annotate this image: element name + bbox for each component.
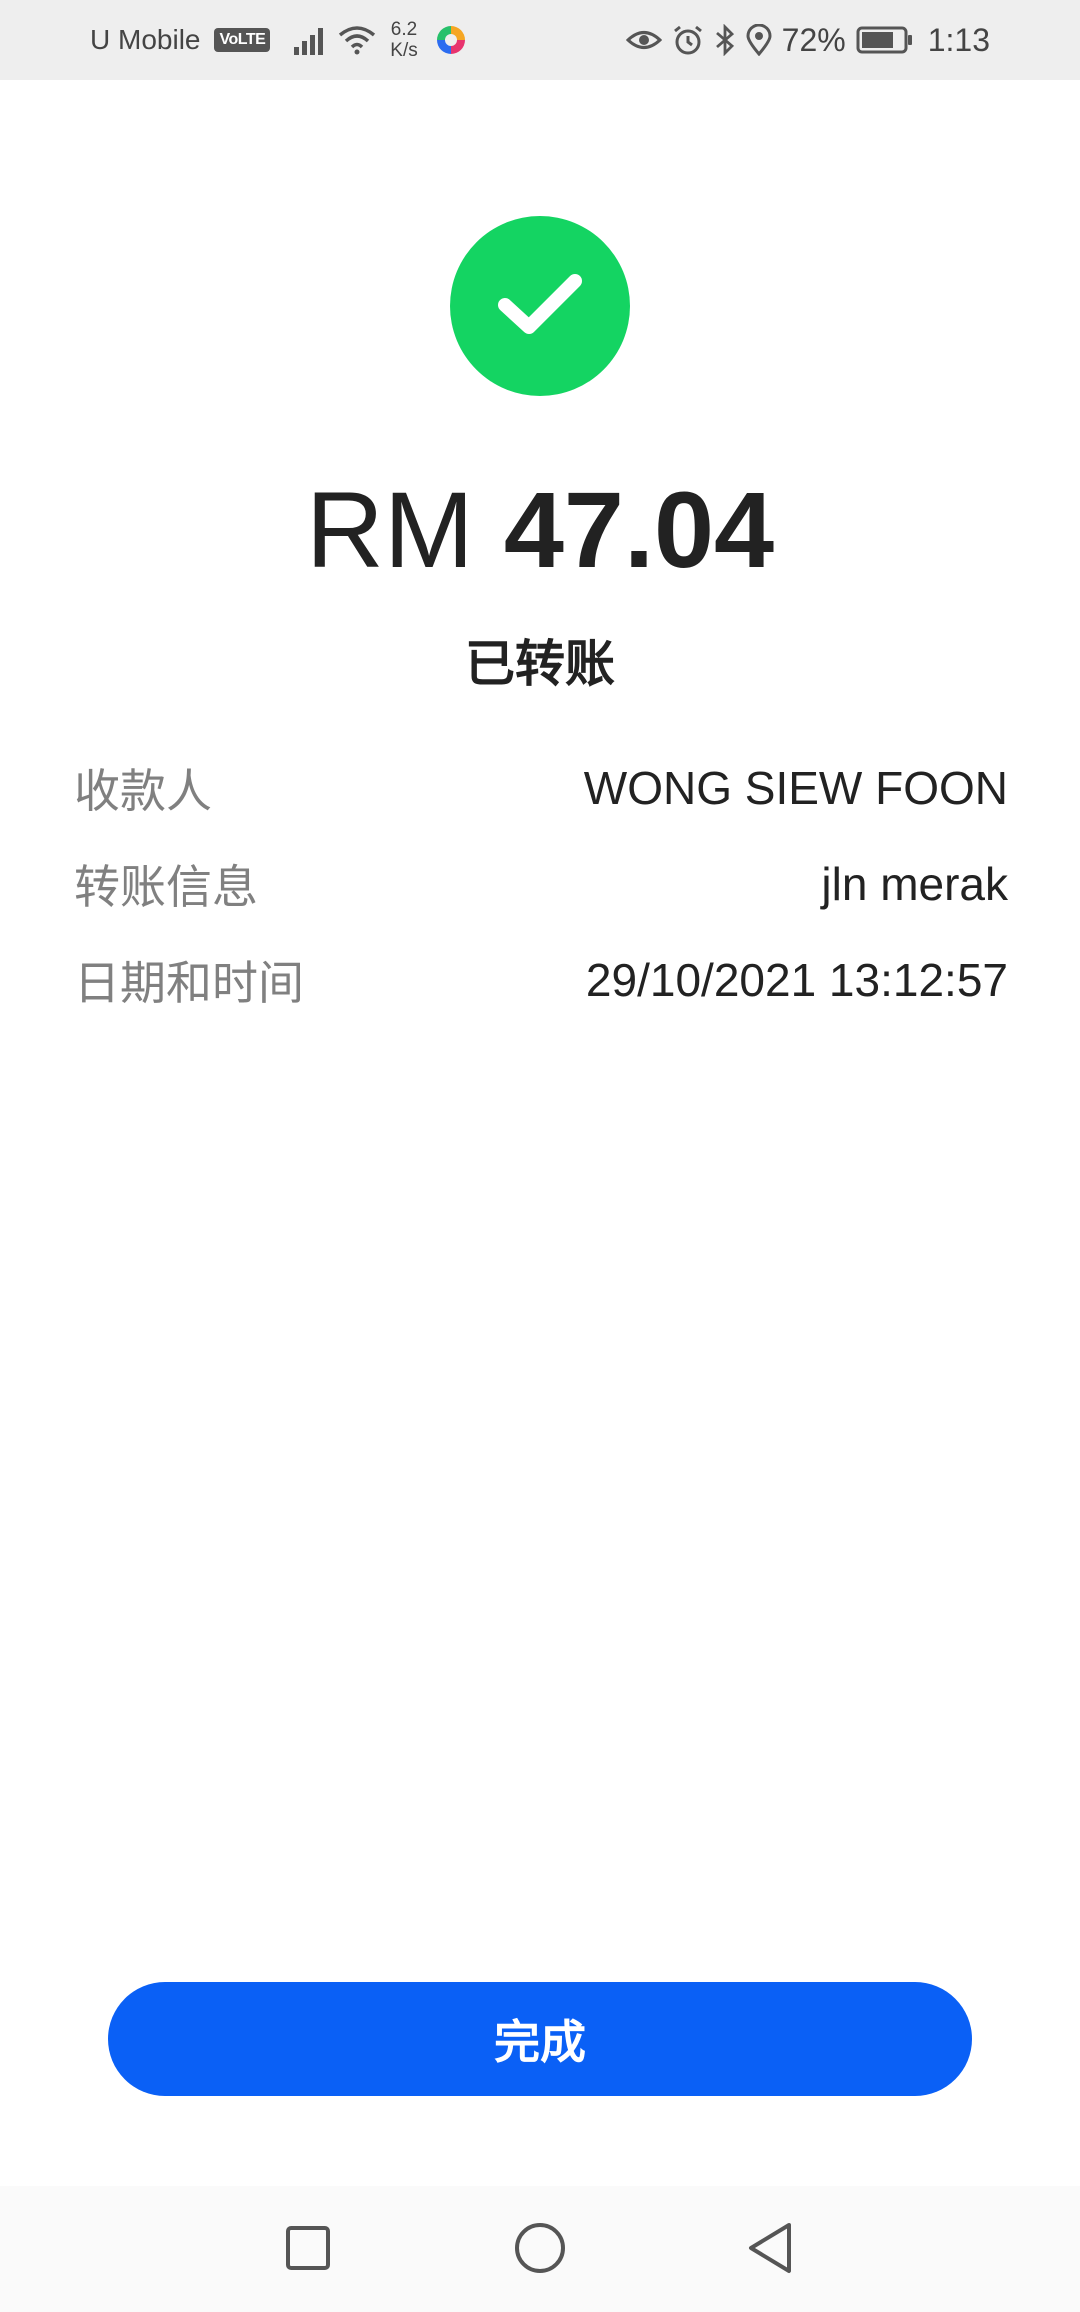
eye-icon — [625, 27, 662, 53]
system-nav-bar — [0, 2186, 1080, 2312]
transfer-details: 收款人 WONG SIEW FOON 转账信息 jln merak 日期和时间 … — [74, 740, 1008, 1028]
back-icon — [745, 2221, 795, 2280]
signal-icon — [294, 25, 328, 55]
recipient-label: 收款人 — [74, 765, 212, 817]
network-speed-value: 6.2 — [390, 19, 418, 40]
transfer-amount: RM 47.04 — [0, 470, 1080, 590]
currency-label: RM — [305, 469, 474, 590]
reference-label: 转账信息 — [74, 861, 258, 913]
recent-apps-icon — [284, 2224, 332, 2277]
detail-row-recipient: 收款人 WONG SIEW FOON — [74, 740, 1008, 836]
back-button[interactable] — [730, 2210, 810, 2290]
app-logo-icon — [434, 23, 468, 57]
status-right: 72% 1:13 — [625, 0, 990, 80]
clock-time: 1:13 — [927, 21, 990, 58]
carrier-name: U Mobile — [90, 24, 201, 55]
volte-badge: VoLTE — [214, 28, 271, 52]
checkmark-icon — [495, 269, 585, 344]
status-bar: U Mobile VoLTE 6.2 K/s 72% 1:13 — [0, 0, 1080, 80]
amount-value: 47.04 — [503, 469, 775, 590]
network-speed: 6.2 K/s — [390, 19, 417, 61]
home-icon — [513, 2221, 567, 2280]
bluetooth-icon — [714, 24, 736, 56]
home-button[interactable] — [500, 2210, 580, 2290]
payment-success-screen: U Mobile VoLTE 6.2 K/s 72% 1:13 RM 47.04… — [0, 0, 1080, 2312]
detail-row-datetime: 日期和时间 29/10/2021 13:12:57 — [74, 932, 1008, 1028]
recent-apps-button[interactable] — [268, 2210, 348, 2290]
datetime-value: 29/10/2021 13:12:57 — [585, 954, 1008, 1006]
wifi-icon — [338, 25, 376, 55]
battery-percent: 72% — [781, 21, 846, 58]
success-badge — [450, 216, 630, 396]
network-speed-unit: K/s — [390, 40, 418, 61]
battery-icon — [856, 26, 914, 54]
datetime-label: 日期和时间 — [74, 957, 304, 1009]
transfer-status: 已转账 — [465, 636, 615, 692]
detail-row-reference: 转账信息 jln merak — [74, 836, 1008, 932]
recipient-value: WONG SIEW FOON — [583, 762, 1008, 814]
reference-value: jln merak — [821, 858, 1008, 910]
location-icon — [746, 24, 772, 56]
done-button[interactable]: 完成 — [108, 1982, 972, 2096]
alarm-icon — [672, 24, 704, 56]
status-left: U Mobile VoLTE 6.2 K/s — [90, 0, 468, 80]
